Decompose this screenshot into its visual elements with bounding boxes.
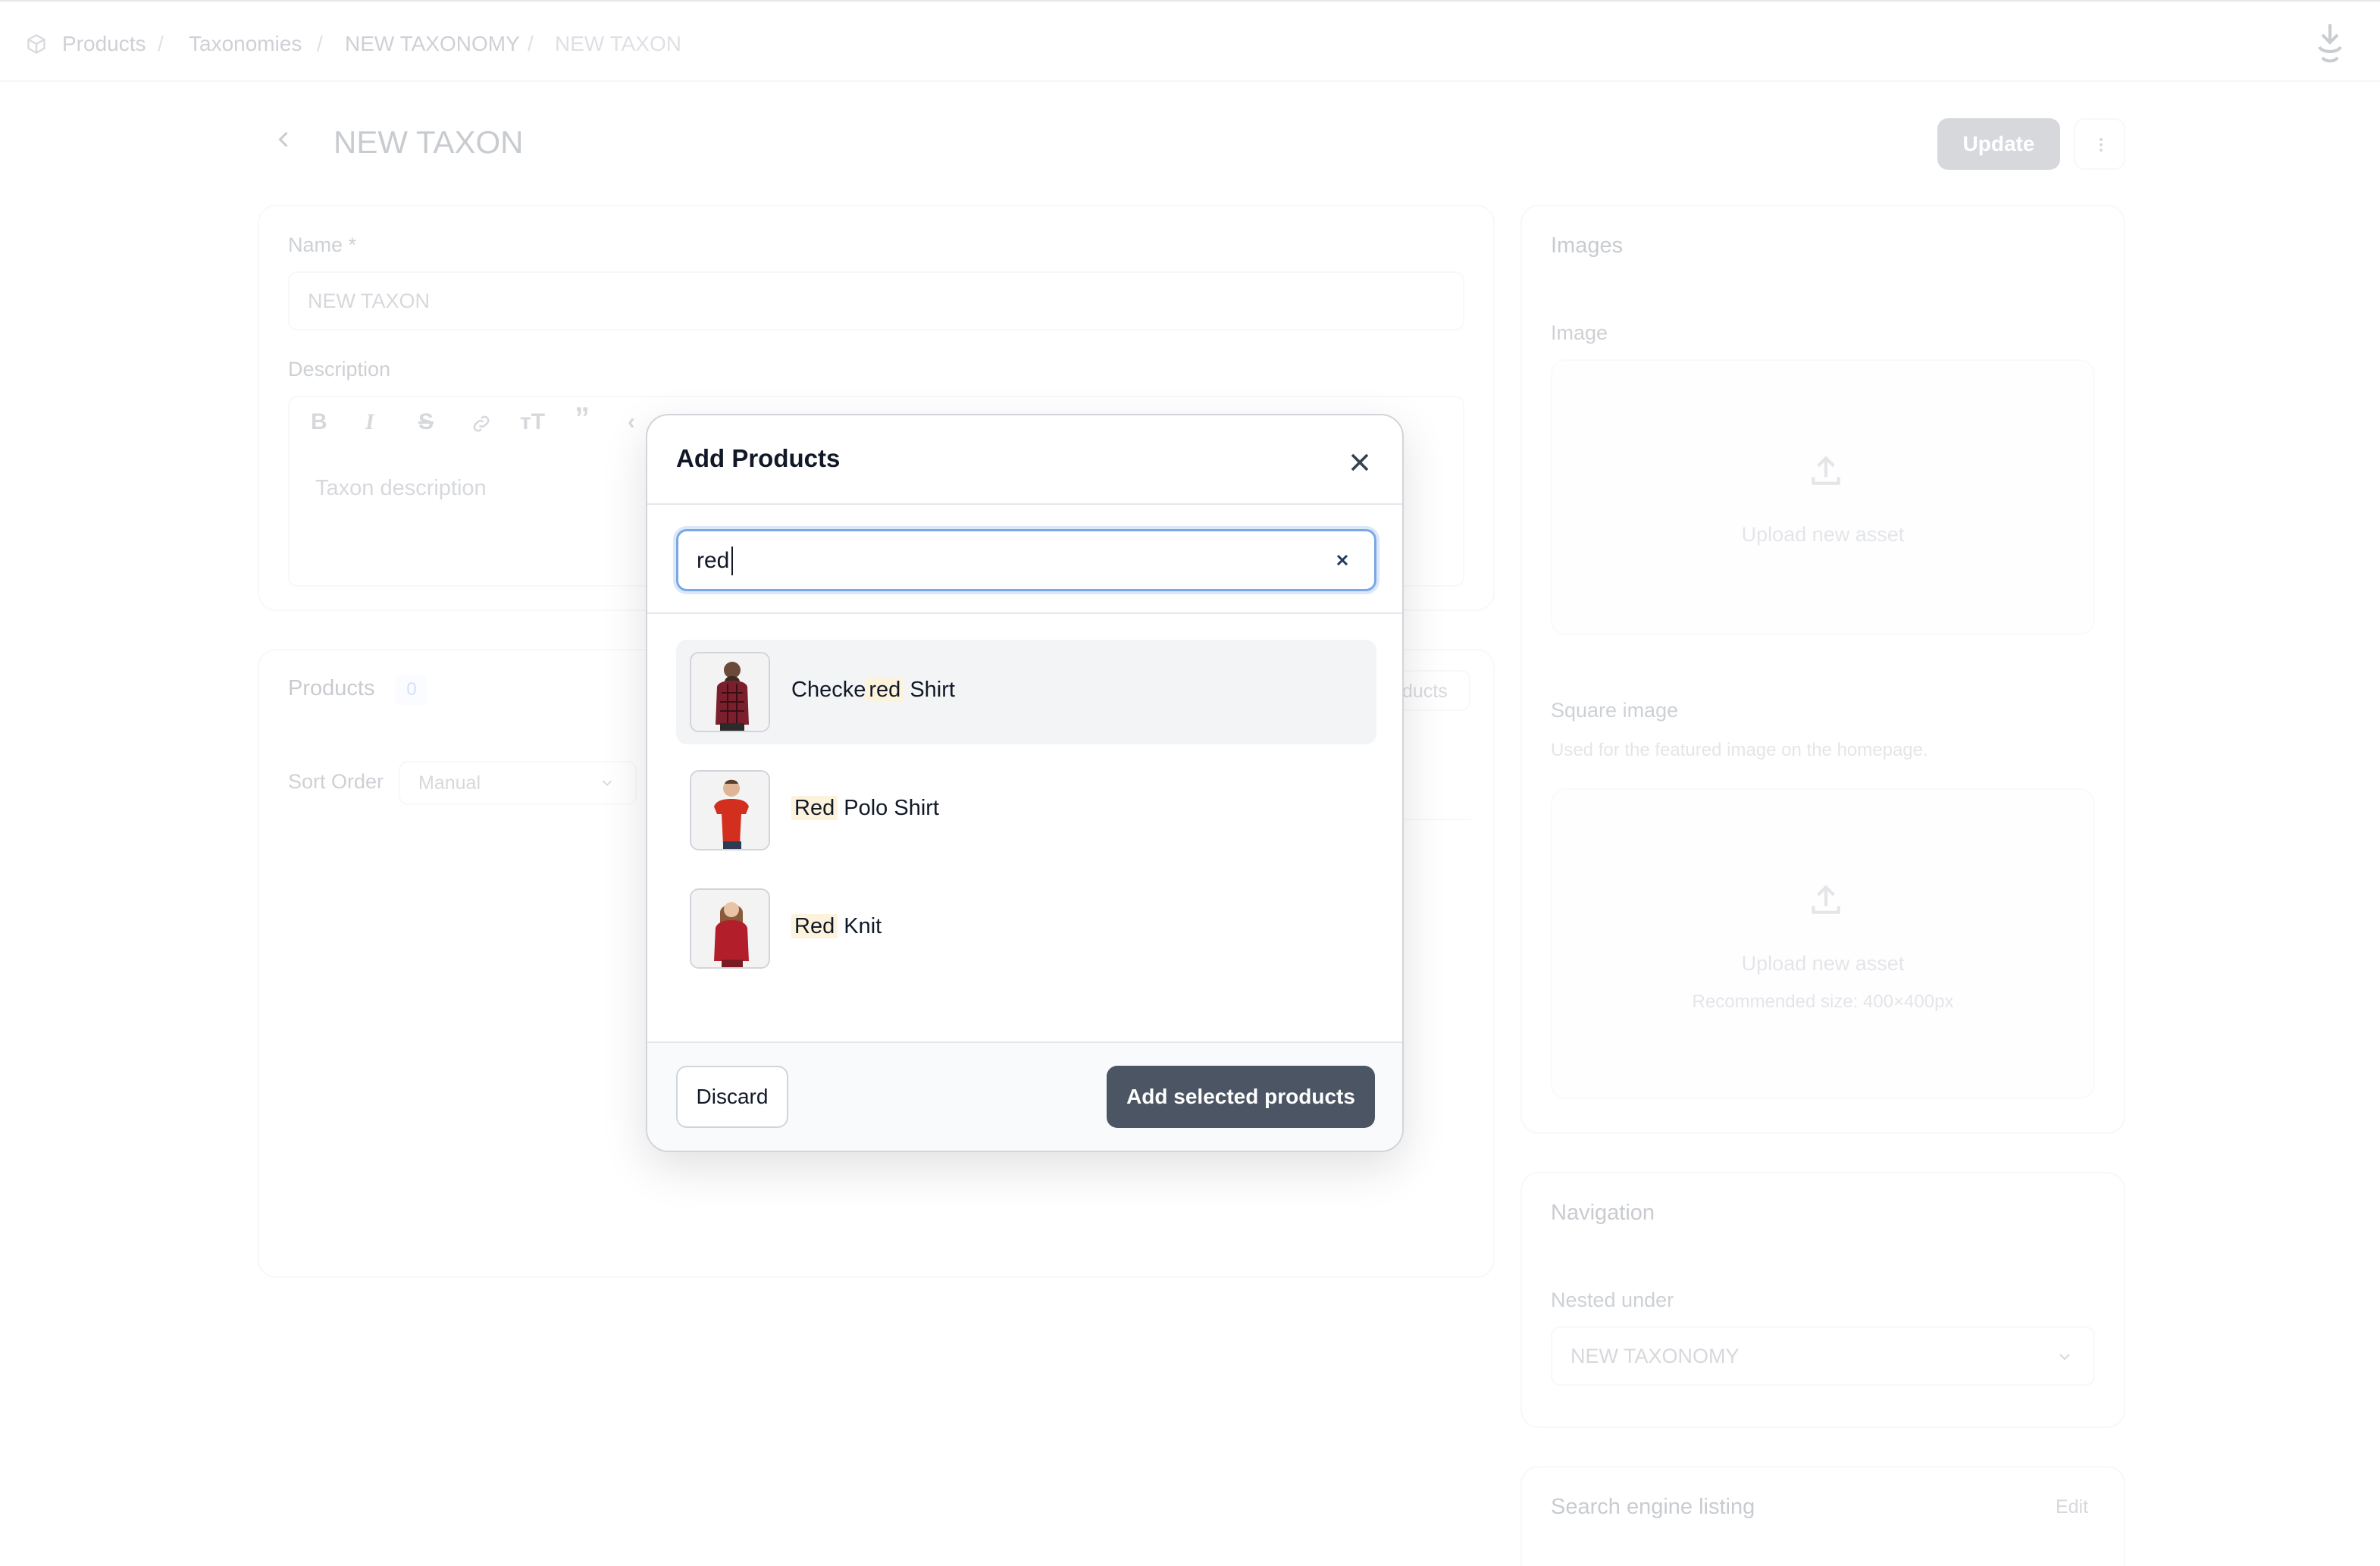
divider — [647, 612, 1402, 614]
name-part: Knit — [844, 914, 882, 938]
product-thumbnail — [690, 770, 770, 850]
discard-button[interactable]: Discard — [676, 1066, 788, 1128]
product-name: Checke red Shirt — [791, 678, 955, 703]
modal-title: Add Products — [676, 444, 841, 472]
product-result-row[interactable]: Red Polo Shirt — [676, 758, 1376, 863]
search-value: red — [697, 548, 730, 573]
add-products-modal: Add Products red Checke red Shirt Red Po… — [646, 414, 1404, 1152]
name-part: Shirt — [910, 678, 955, 702]
product-thumbnail — [690, 652, 770, 732]
name-part: Polo Shirt — [844, 796, 939, 820]
product-name: Red Polo Shirt — [791, 796, 939, 821]
modal-footer: Discard Add selected products — [647, 1041, 1402, 1151]
product-thumbnail — [690, 888, 770, 969]
name-match-highlight: red — [866, 678, 904, 702]
text-cursor — [731, 547, 733, 575]
product-search-input[interactable]: red — [676, 529, 1376, 591]
product-name: Red Knit — [791, 914, 882, 939]
product-result-row[interactable]: Red Knit — [676, 876, 1376, 981]
close-icon[interactable] — [1345, 447, 1375, 478]
name-match-highlight: Red — [791, 914, 838, 938]
add-selected-products-button[interactable]: Add selected products — [1107, 1066, 1375, 1128]
name-part: Checke — [791, 678, 866, 702]
divider — [647, 503, 1402, 505]
name-match-highlight: Red — [791, 796, 838, 820]
product-result-row[interactable]: Checke red Shirt — [676, 640, 1376, 744]
clear-search-icon[interactable] — [1333, 551, 1351, 569]
